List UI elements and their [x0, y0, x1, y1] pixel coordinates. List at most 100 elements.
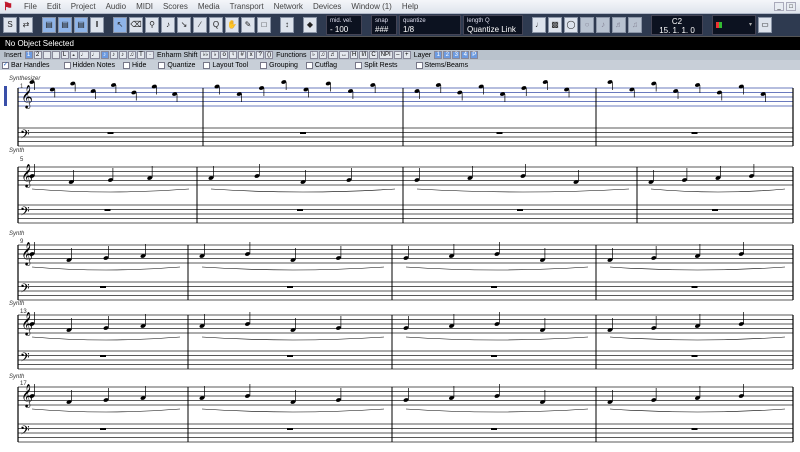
natural-button[interactable]: ♮	[229, 51, 238, 59]
checkbox[interactable]	[355, 61, 363, 69]
menu-transport[interactable]: Transport	[225, 2, 269, 11]
function-8-button[interactable]: NPI	[378, 51, 393, 59]
checkbox[interactable]	[203, 61, 211, 69]
option-layout-tool[interactable]: Layout Tool	[203, 61, 248, 69]
function-5-button[interactable]: H	[350, 51, 359, 59]
layer-3-button[interactable]: 3	[452, 51, 461, 59]
record-mode-icon[interactable]: ◯	[564, 17, 578, 33]
option-stems-beams[interactable]: Stems/Beams	[415, 61, 468, 69]
sixteenth-note-button[interactable]: ♪	[109, 51, 118, 59]
snap-field[interactable]: snap ###	[371, 15, 397, 35]
function-2-button[interactable]: ♫	[318, 51, 328, 59]
menu-midi[interactable]: MIDI	[131, 2, 158, 11]
menu-media[interactable]: Media	[193, 2, 225, 11]
function-7-button[interactable]: C	[369, 51, 378, 59]
eraser-tool-icon[interactable]: ⌫	[129, 17, 143, 33]
score-canvas[interactable]: 𝄞𝄢𝄞𝄢𝄞𝄢𝄞𝄢𝄞𝄢	[0, 70, 800, 452]
layout-icon[interactable]: ‖	[90, 17, 104, 33]
mid-velocity-field[interactable]: mid. vel. - 100	[326, 15, 362, 35]
question-button[interactable]: ?	[256, 51, 265, 59]
checkbox[interactable]: ✓	[2, 61, 9, 69]
layer-1-button[interactable]: 1	[434, 51, 443, 59]
option-quantize[interactable]: Quantize	[158, 61, 195, 69]
dot-button[interactable]: ·	[146, 51, 155, 59]
show-toolbar-icon[interactable]: ▤	[58, 17, 72, 33]
voice-2-button[interactable]: 2	[33, 51, 42, 59]
pitch-input-icon[interactable]: ♪	[596, 17, 610, 33]
checkbox[interactable]	[158, 61, 166, 69]
menu-file[interactable]: File	[19, 2, 42, 11]
function-4-button[interactable]: ↔	[339, 51, 350, 59]
checkbox[interactable]	[63, 61, 71, 69]
midi-input-icon[interactable]: ○	[580, 17, 594, 33]
function-3-button[interactable]: ♬	[328, 51, 339, 59]
option-cutflag[interactable]: Cutflag	[305, 61, 337, 69]
option-grouping[interactable]: Grouping	[260, 61, 298, 69]
option-hidden-notes[interactable]: Hidden Notes	[63, 61, 115, 69]
note-icon[interactable]: ♩	[532, 17, 546, 33]
color-scheme-select[interactable]: ▾	[712, 15, 756, 35]
sharp-button[interactable]: #	[238, 51, 247, 59]
menu-window[interactable]: Window (1)	[346, 2, 396, 11]
minimize-button[interactable]: _	[774, 2, 784, 11]
whole-note-button[interactable]: 𝅝	[69, 51, 78, 59]
checkbox[interactable]	[305, 61, 313, 69]
32nd-note-button[interactable]: ♪	[118, 51, 127, 59]
64th-note-button[interactable]: ♫	[127, 51, 137, 59]
restore-button[interactable]: □	[786, 2, 796, 11]
quantize-tool-icon[interactable]: Q	[209, 17, 223, 33]
layer-p-button[interactable]: P	[470, 51, 479, 59]
menu-project[interactable]: Project	[66, 2, 101, 11]
voice-3-button[interactable]	[42, 51, 51, 59]
quarter-note-button[interactable]: ♩	[89, 51, 100, 59]
menu-scores[interactable]: Scores	[158, 2, 193, 11]
half-note-button[interactable]: ♩	[78, 51, 89, 59]
arrow-tool-icon[interactable]: ↖	[113, 17, 127, 33]
double-sharp-button[interactable]: x	[247, 51, 256, 59]
velocity-icon[interactable]: ▩	[548, 17, 562, 33]
autoscroll-icon[interactable]: ⇄	[19, 17, 33, 33]
plus-button[interactable]: +	[402, 51, 411, 59]
quantize-field[interactable]: quantize 1/8	[399, 15, 461, 35]
glue-tool-icon[interactable]: ↘	[177, 17, 191, 33]
menu-audio[interactable]: Audio	[101, 2, 131, 11]
bracket-button[interactable]: ()	[265, 51, 274, 59]
select-tool-icon[interactable]: □	[257, 17, 271, 33]
show-filter-icon[interactable]: ▤	[74, 17, 88, 33]
off-button[interactable]: o	[220, 51, 229, 59]
layer-2-button[interactable]: 2	[443, 51, 452, 59]
function-6-button[interactable]: I/I	[359, 51, 369, 59]
checkbox[interactable]	[415, 61, 423, 69]
zoom-tool-icon[interactable]: ⚲	[145, 17, 159, 33]
layer-4-button[interactable]: 4	[461, 51, 470, 59]
length-quantize-field[interactable]: length Q Quantize Link	[463, 15, 523, 35]
show-info-icon[interactable]: ▤	[42, 17, 56, 33]
eighth-note-button[interactable]: ♪	[100, 51, 109, 59]
checkbox[interactable]	[122, 61, 130, 69]
option-split-rests[interactable]: Split Rests	[355, 61, 398, 69]
double-flat-button[interactable]: ♭♭	[200, 51, 211, 59]
option-hide[interactable]: Hide	[122, 61, 146, 69]
menu-help[interactable]: Help	[397, 2, 423, 11]
hand-tool-icon[interactable]: ✋	[225, 17, 239, 33]
solo-icon[interactable]: S	[3, 17, 17, 33]
insert-mode-icon[interactable]: ♬	[612, 17, 626, 33]
menu-edit[interactable]: Edit	[42, 2, 66, 11]
note-tool-icon[interactable]: ♪	[161, 17, 175, 33]
triplet-button[interactable]: T	[137, 51, 146, 59]
voice-4-button[interactable]	[51, 51, 60, 59]
pencil-tool-icon[interactable]: ✎	[241, 17, 255, 33]
color-notes-icon[interactable]: ◆	[303, 17, 317, 33]
minus-button[interactable]: –	[393, 51, 402, 59]
option-bar-handles[interactable]: ✓ Bar Handles	[2, 61, 50, 69]
voice-1-button[interactable]: 1	[24, 51, 33, 59]
l-button[interactable]: L	[60, 51, 69, 59]
function-1-button[interactable]: ♭	[309, 51, 318, 59]
menu-network[interactable]: Network	[269, 2, 308, 11]
color-settings-icon[interactable]: ▭	[758, 17, 772, 33]
layout-tool-icon[interactable]: ∕	[193, 17, 207, 33]
step-input-icon[interactable]: ↕	[280, 17, 294, 33]
score-area[interactable]: 𝄞 𝄢 𝄞 𝄢 𝄞 𝄢 𝄞 𝄢 𝄞 𝄢 Synthesizer Synth Synth Synth…	[0, 70, 800, 452]
menu-devices[interactable]: Devices	[308, 2, 346, 11]
checkbox[interactable]	[260, 61, 268, 69]
